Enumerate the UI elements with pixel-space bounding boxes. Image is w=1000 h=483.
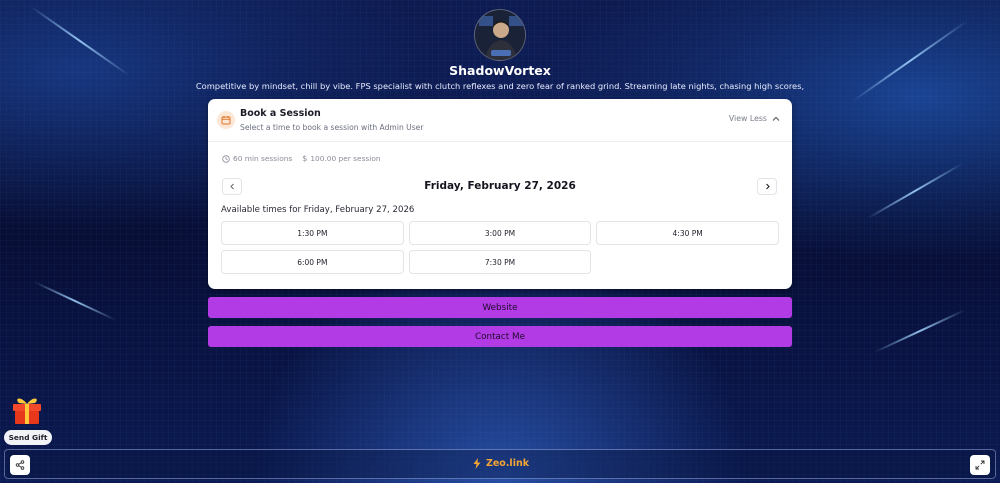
time-slot-button[interactable]: 6:00 PM — [221, 250, 404, 274]
dollar-icon: $ — [302, 154, 308, 163]
lightning-icon — [473, 458, 481, 469]
chevron-right-icon — [765, 183, 770, 190]
available-times-label: Available times for Friday, February 27,… — [221, 205, 415, 215]
expand-icon — [975, 460, 985, 470]
light-streak — [874, 308, 966, 354]
expand-button[interactable] — [970, 455, 990, 475]
duration-text: 60 min sessions — [233, 154, 293, 163]
chevron-up-icon — [772, 116, 780, 121]
booking-header[interactable]: Book a Session Select a time to book a s… — [208, 99, 792, 142]
next-date-button[interactable] — [757, 178, 777, 195]
session-meta: 60 min sessions $ 100.00 per session — [222, 154, 381, 163]
view-less-toggle[interactable]: View Less — [729, 114, 780, 123]
clock-icon — [222, 154, 230, 163]
send-gift-button[interactable]: Send Gift — [4, 430, 52, 445]
time-slot-button[interactable]: 3:00 PM — [408, 221, 592, 245]
username: ShadowVortex — [449, 63, 551, 78]
booking-title: Book a Session — [240, 108, 321, 119]
brand-logo[interactable]: Zeo.link — [5, 458, 997, 469]
website-button[interactable]: Website — [208, 297, 792, 318]
brand-name: Zeo.link — [485, 458, 530, 469]
time-slot-button[interactable]: 1:30 PM — [221, 221, 404, 245]
time-slot-button[interactable]: 4:30 PM — [596, 221, 779, 245]
price-text: 100.00 per session — [310, 154, 381, 163]
view-less-label: View Less — [728, 114, 767, 123]
price-info: $ 100.00 per session — [302, 154, 380, 163]
avatar — [474, 9, 526, 61]
footer-bar: Zeo.link — [4, 449, 996, 479]
bio: Competitive by mindset, chill by vibe. F… — [195, 81, 805, 91]
calendar-icon — [217, 111, 235, 129]
time-slots: 1:30 PM 3:00 PM 4:30 PM 6:00 PM 7:30 PM — [221, 221, 779, 274]
time-slot-button[interactable]: 7:30 PM — [408, 250, 592, 274]
booking-subtitle: Select a time to book a session with Adm… — [240, 123, 424, 132]
selected-date: Friday, February 27, 2026 — [424, 180, 576, 192]
gift-icon[interactable] — [10, 393, 44, 425]
light-streak — [866, 162, 964, 220]
light-streak — [33, 281, 117, 321]
contact-me-button[interactable]: Contact Me — [208, 326, 792, 347]
booking-card: Book a Session Select a time to book a s… — [208, 99, 792, 289]
duration-info: 60 min sessions — [222, 154, 292, 163]
